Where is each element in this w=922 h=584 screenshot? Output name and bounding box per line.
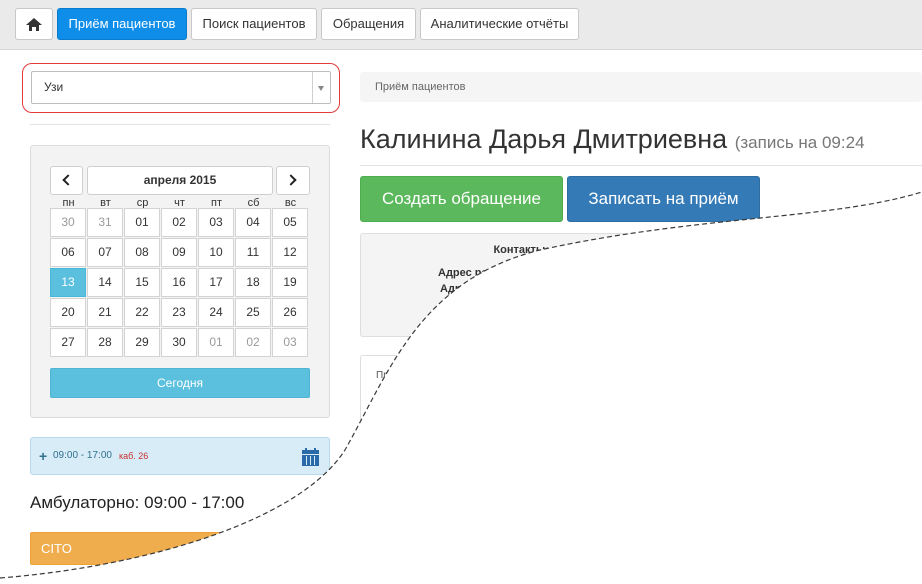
- calendar-day[interactable]: 23: [161, 298, 197, 327]
- prev-month-button[interactable]: [50, 166, 83, 195]
- calendar-day[interactable]: 04: [235, 208, 271, 237]
- next-month-button[interactable]: [276, 166, 310, 195]
- book-appointment-button[interactable]: Записать на приём: [567, 176, 760, 222]
- department-select-value: Узи: [44, 80, 64, 94]
- breadcrumb: Приём пациентов: [360, 72, 922, 102]
- tab-appeals[interactable]: Обращения: [321, 8, 416, 40]
- calendar-day[interactable]: 03: [198, 208, 234, 237]
- calendar-day[interactable]: 19: [272, 268, 308, 297]
- calendar-day[interactable]: 12: [272, 238, 308, 267]
- contacts-value: 77777777777: [570, 244, 651, 256]
- calendar-day[interactable]: 03: [272, 328, 308, 357]
- calendar-day[interactable]: 13: [50, 268, 86, 297]
- calendar-day[interactable]: 05: [272, 208, 308, 237]
- calendar-day[interactable]: 16: [161, 268, 197, 297]
- calendar-day[interactable]: 07: [87, 238, 123, 267]
- address-residence-label: Адрес про: [440, 283, 497, 295]
- preliminary-panel: Предв О: [360, 355, 922, 515]
- calendar-day[interactable]: 11: [235, 238, 271, 267]
- page-title: Калинина Дарья Дмитриевна (запись на 09:…: [360, 124, 865, 155]
- home-icon: [26, 18, 42, 31]
- department-select[interactable]: Узи: [31, 71, 331, 104]
- contacts-label: Контакты:: [493, 244, 549, 256]
- calendar-day[interactable]: 20: [50, 298, 86, 327]
- calendar-day[interactable]: 15: [124, 268, 160, 297]
- calendar-day[interactable]: 14: [87, 268, 123, 297]
- calendar-month[interactable]: апреля 2015: [87, 166, 273, 195]
- calendar-day[interactable]: 01: [198, 328, 234, 357]
- cito-item[interactable]: CITO: [30, 532, 330, 565]
- tab-analytic-reports[interactable]: Аналитические отчёты: [420, 8, 579, 40]
- calendar-day[interactable]: 09: [161, 238, 197, 267]
- faint-mark: [840, 277, 842, 279]
- preliminary-item: О: [376, 409, 385, 421]
- schedule-slot[interactable]: + 09:00 - 17:00 каб. 26: [30, 437, 330, 475]
- chevron-left-icon: [62, 174, 74, 186]
- tab-patient-reception[interactable]: Приём пациентов: [57, 8, 187, 40]
- home-button[interactable]: [15, 8, 53, 40]
- calendar-day[interactable]: 08: [124, 238, 160, 267]
- faint-mark: [756, 274, 758, 276]
- calendar-day[interactable]: 18: [235, 268, 271, 297]
- preliminary-label: Предв: [376, 370, 406, 381]
- calendar-day[interactable]: 28: [87, 328, 123, 357]
- department-select-highlight: Узи: [22, 63, 340, 113]
- calendar-day[interactable]: 29: [124, 328, 160, 357]
- calendar-day[interactable]: 31: [87, 208, 123, 237]
- calendar-day[interactable]: 22: [124, 298, 160, 327]
- chevron-right-icon: [285, 174, 297, 186]
- faint-mark: [624, 274, 626, 276]
- calendar-icon[interactable]: [302, 448, 319, 466]
- top-navigation: Приём пациентов Поиск пациентов Обращени…: [0, 0, 922, 50]
- tab-patient-search[interactable]: Поиск пациентов: [191, 8, 317, 40]
- calendar-day[interactable]: 02: [235, 328, 271, 357]
- cito-label: CITO: [41, 541, 72, 556]
- calendar-day[interactable]: 21: [87, 298, 123, 327]
- calendar-day[interactable]: 30: [50, 208, 86, 237]
- calendar-day[interactable]: 26: [272, 298, 308, 327]
- today-button[interactable]: Сегодня: [50, 368, 310, 398]
- faint-mark: [876, 274, 878, 276]
- calendar-day[interactable]: 30: [161, 328, 197, 357]
- ambulatory-title: Амбулаторно: 09:00 - 17:00: [30, 493, 245, 512]
- appointment-time: (запись на 09:24: [734, 133, 865, 152]
- calendar-panel: апреля 2015 пн вт ср чт пт сб вс 30 31 01 0…: [30, 145, 330, 418]
- medical-label: Мед: [432, 313, 455, 325]
- divider: [30, 124, 330, 125]
- caret-down-icon: [318, 86, 324, 91]
- phone-icon: [570, 246, 581, 254]
- divider: [360, 165, 922, 166]
- patient-info-panel: Контакты: 77777777777 Адрес регистра Адр…: [360, 233, 922, 337]
- select-arrow[interactable]: [312, 72, 330, 103]
- address-registration-label: Адрес регистра: [438, 267, 524, 279]
- patient-name: Калинина Дарья Дмитриевна: [360, 124, 728, 154]
- create-appeal-button[interactable]: Создать обращение: [360, 176, 563, 222]
- calendar-day[interactable]: 02: [161, 208, 197, 237]
- schedule-room: каб. 26: [119, 451, 149, 461]
- calendar-day[interactable]: 10: [198, 238, 234, 267]
- schedule-time: 09:00 - 17:00: [53, 450, 112, 461]
- calendar-day[interactable]: 24: [198, 298, 234, 327]
- calendar-day[interactable]: 27: [50, 328, 86, 357]
- calendar-day[interactable]: 17: [198, 268, 234, 297]
- calendar-day[interactable]: 25: [235, 298, 271, 327]
- calendar-day[interactable]: 01: [124, 208, 160, 237]
- plus-icon: +: [39, 448, 48, 464]
- calendar-day[interactable]: 06: [50, 238, 86, 267]
